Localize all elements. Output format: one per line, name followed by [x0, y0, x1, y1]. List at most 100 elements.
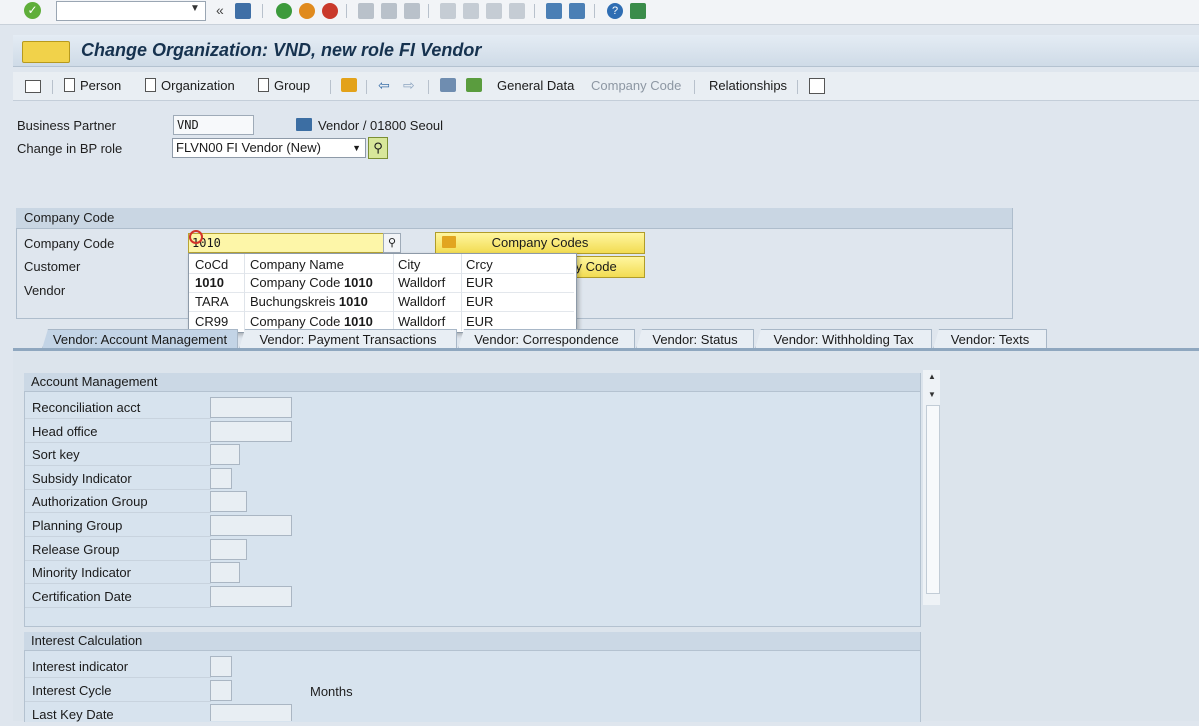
scroll-down-icon[interactable]: ▼ [928, 390, 936, 399]
popup-cell-name: Company Code 1010 [250, 275, 373, 290]
head-office-input[interactable] [210, 421, 292, 442]
bp-role-dropdown[interactable]: FLVN00 FI Vendor (New) ▼ [172, 138, 366, 158]
print-icon[interactable] [358, 3, 374, 19]
company-code-label: Company Code [24, 236, 115, 251]
cursor-indicator-icon [189, 230, 203, 244]
account-management-title: Account Management [24, 373, 920, 392]
popup-header-company-name: Company Name [250, 257, 344, 272]
business-partner-label: Business Partner [17, 118, 116, 133]
arrow-left-icon[interactable]: ⇦ [378, 77, 390, 94]
company-code-button[interactable]: Company Code [591, 78, 681, 93]
last-key-date-label: Last Key Date [32, 707, 114, 722]
previous-page-icon[interactable] [463, 3, 479, 19]
help-icon[interactable]: ? [607, 3, 623, 19]
next-page-icon[interactable] [486, 3, 502, 19]
page-title: Change Organization: VND, new role FI Ve… [81, 40, 482, 60]
customize-layout-icon[interactable] [630, 3, 646, 19]
head-office-label: Head office [25, 421, 211, 443]
sort-key-label: Sort key [25, 444, 211, 466]
tab-withholding-tax[interactable]: Vendor: Withholding Tax [755, 329, 932, 349]
tab-payment-transactions[interactable]: Vendor: Payment Transactions [239, 329, 457, 349]
planning-group-label: Planning Group [25, 515, 211, 537]
document-icon [145, 78, 156, 92]
last-page-icon[interactable] [509, 3, 525, 19]
chevron-down-icon: ▼ [352, 143, 361, 153]
company-codes-button[interactable]: Company Codes [435, 232, 645, 254]
command-field[interactable] [56, 1, 206, 21]
company-code-group-title: Company Code [24, 210, 115, 225]
company-code-input[interactable]: 1010 [188, 233, 384, 253]
save-icon[interactable] [235, 3, 251, 19]
popup-row[interactable] [189, 274, 574, 292]
relationships-button[interactable]: Relationships [709, 78, 787, 93]
open-folder-icon[interactable] [341, 78, 357, 92]
find-icon[interactable] [381, 3, 397, 19]
enter-icon[interactable]: ✓ [24, 2, 41, 19]
minority-indicator-input[interactable] [210, 562, 240, 583]
subsidy-indicator-label: Subsidy Indicator [25, 468, 211, 490]
value-help-icon[interactable]: ⚲ [383, 233, 401, 253]
tab-texts[interactable]: Vendor: Texts [933, 329, 1047, 349]
last-key-date-input[interactable] [210, 704, 292, 721]
popup-cell-city: Walldorf [398, 294, 446, 309]
popup-header-currency: Crcy [466, 257, 493, 272]
popup-row[interactable] [189, 293, 574, 311]
overview-icon[interactable] [809, 78, 825, 94]
layout-icon[interactable] [25, 80, 41, 93]
popup-cell-currency: EUR [466, 294, 494, 309]
popup-cell-cocd: 1010 [195, 275, 224, 290]
release-group-input[interactable] [210, 539, 247, 560]
planning-group-input[interactable] [210, 515, 292, 536]
certification-date-input[interactable] [210, 586, 292, 607]
person-button[interactable]: Person [64, 78, 121, 93]
popup-cell-city: Walldorf [398, 314, 446, 329]
menu-icon[interactable] [22, 41, 70, 63]
arrow-right-icon[interactable]: ⇨ [403, 77, 415, 94]
popup-cell-name: Buchungskreis 1010 [250, 294, 368, 309]
chevron-down-icon[interactable]: ▼ [190, 3, 200, 14]
popup-cell-city: Walldorf [398, 275, 446, 290]
popup-cell-cocd: CR99 [195, 314, 229, 329]
scrollbar-thumb[interactable] [926, 405, 940, 594]
first-page-icon[interactable] [440, 3, 456, 19]
exit-icon[interactable] [299, 3, 315, 19]
reconciliation-acct-label: Reconciliation acct [25, 397, 211, 419]
subsidy-indicator-input[interactable] [210, 468, 232, 489]
bp-role-label: Change in BP role [17, 141, 123, 156]
interest-cycle-input[interactable] [210, 680, 232, 701]
where-used-icon[interactable] [466, 78, 482, 92]
find-next-icon[interactable] [404, 3, 420, 19]
new-session-icon[interactable] [546, 3, 562, 19]
group-button[interactable]: Group [258, 78, 310, 93]
expand-icon[interactable]: « [216, 2, 224, 18]
authorization-group-input[interactable] [210, 491, 247, 512]
company-code-group-header [16, 208, 1012, 229]
interest-indicator-label: Interest indicator [25, 656, 211, 678]
back-icon[interactable] [276, 3, 292, 19]
interest-calculation-title: Interest Calculation [24, 632, 920, 651]
business-partner-field[interactable]: VND [173, 115, 254, 135]
switch-display-change-icon[interactable] [440, 78, 456, 92]
popup-cell-cocd: TARA [195, 294, 229, 309]
popup-cell-name: Company Code 1010 [250, 314, 373, 329]
search-icon[interactable]: ⚲ [368, 137, 388, 159]
general-data-button[interactable]: General Data [497, 78, 574, 93]
document-icon [64, 78, 75, 92]
shortcut-icon[interactable] [569, 3, 585, 19]
popup-row[interactable] [189, 312, 574, 330]
tab-status[interactable]: Vendor: Status [636, 329, 754, 349]
business-partner-description: Vendor / 01800 Seoul [318, 118, 444, 133]
organization-button[interactable]: Organization [145, 78, 235, 93]
popup-cell-currency: EUR [466, 314, 494, 329]
popup-cell-currency: EUR [466, 275, 494, 290]
tab-account-management[interactable]: Vendor: Account Management [42, 329, 238, 349]
interest-indicator-input[interactable] [210, 656, 232, 677]
popup-header-city: City [398, 257, 421, 272]
reconciliation-acct-input[interactable] [210, 397, 292, 418]
certification-date-label: Certification Date [25, 586, 211, 608]
cancel-icon[interactable] [322, 3, 338, 19]
sort-key-input[interactable] [210, 444, 240, 465]
scroll-up-icon[interactable]: ▲ [928, 372, 936, 381]
months-label: Months [310, 684, 353, 699]
tab-correspondence[interactable]: Vendor: Correspondence [458, 329, 635, 349]
